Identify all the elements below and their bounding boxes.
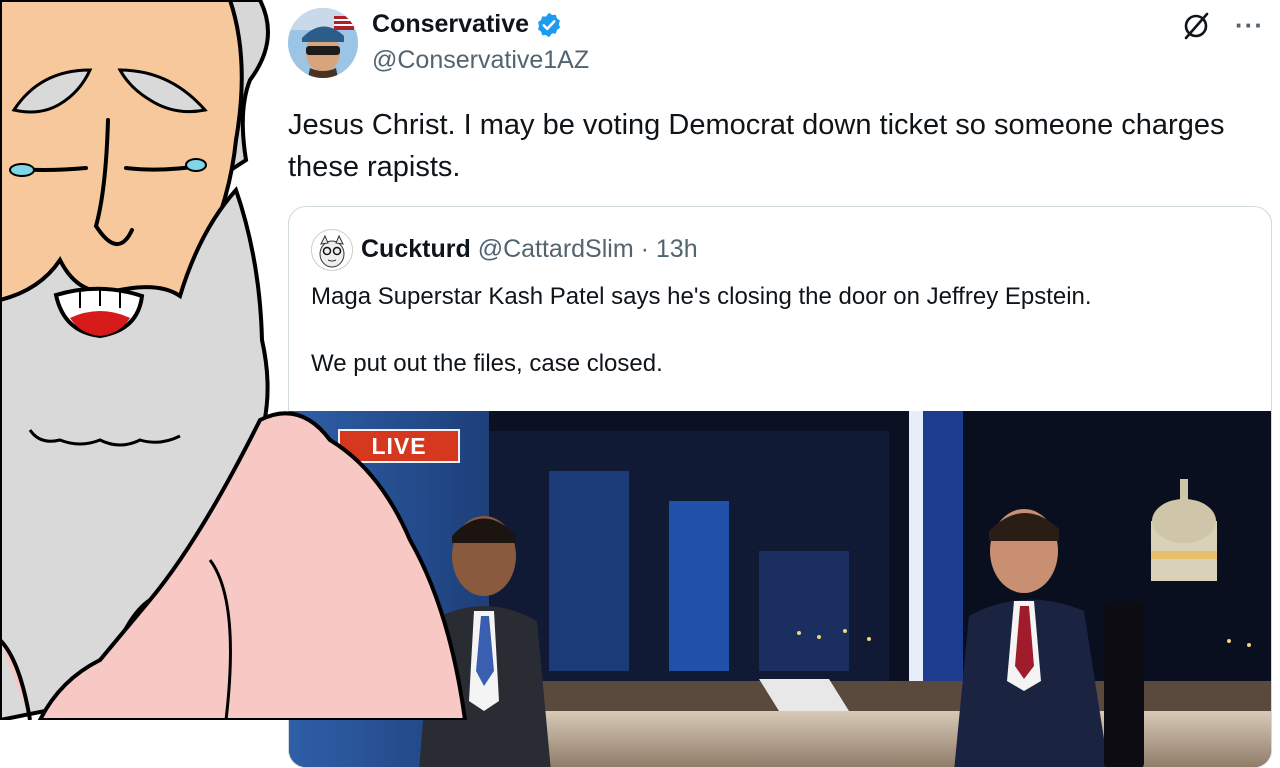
quoted-separator: · [640, 235, 649, 263]
tweet-top-actions: ··· [1181, 10, 1264, 41]
grok-icon[interactable] [1181, 11, 1211, 41]
more-icon[interactable]: ··· [1235, 10, 1264, 41]
quoted-handle[interactable]: @CattardSlim [478, 235, 634, 263]
verified-badge-icon [538, 12, 560, 37]
quoted-timestamp[interactable]: 13h [656, 235, 698, 263]
cartoon-laughing-crying-man [0, 0, 468, 720]
